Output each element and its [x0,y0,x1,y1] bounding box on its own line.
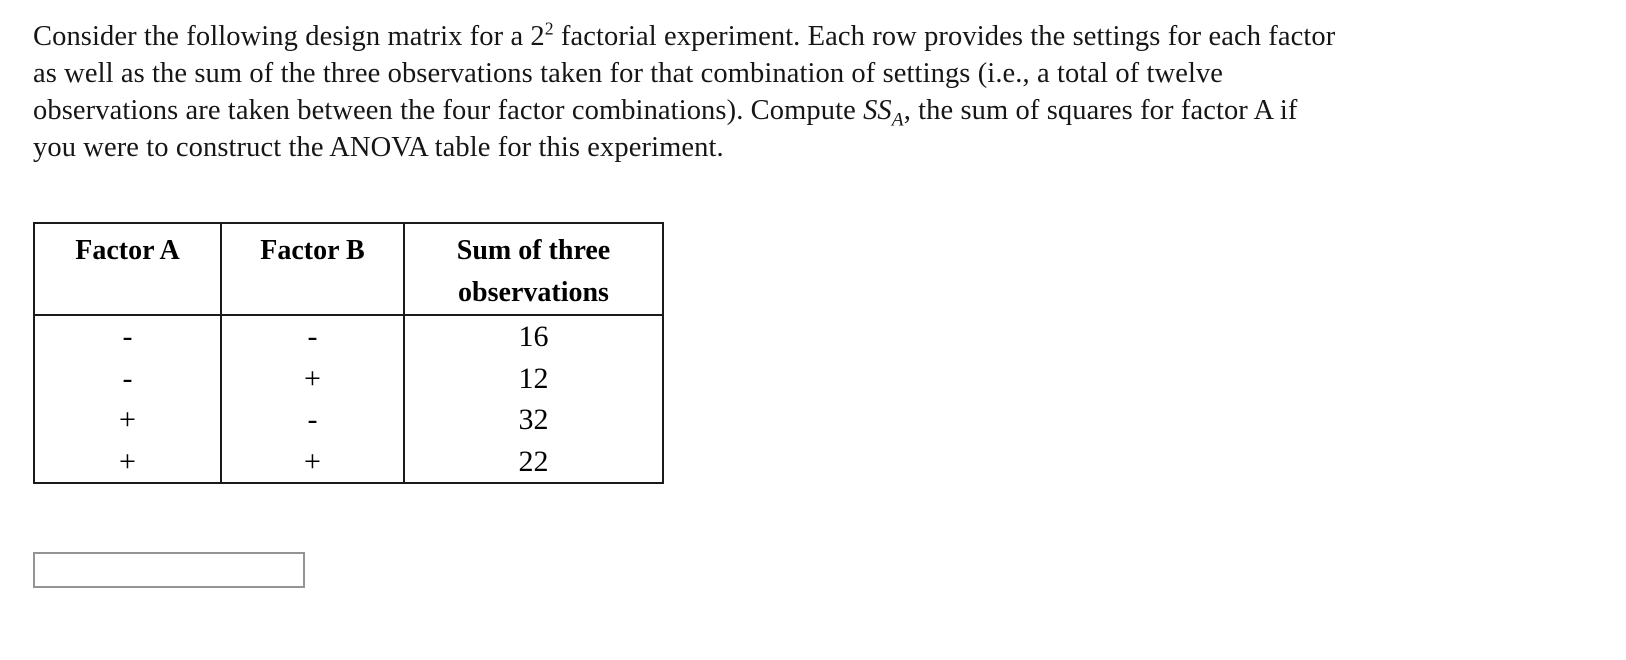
problem-statement: Consider the following design matrix for… [33,18,1453,166]
design-matrix-container: Factor A Factor B Sum of three observati… [33,222,664,484]
problem-page: Consider the following design matrix for… [0,0,1626,660]
column-header-factor-b: Factor B [220,222,405,316]
ss-symbol: SS [863,95,892,126]
column-header-sum-line-1: Sum of three [456,235,611,266]
problem-statement-line-3-part-b: , the sum of squares for factor A if [903,95,1298,126]
problem-statement-line-3: observations are taken between the four … [33,92,1453,131]
problem-statement-line-1-part-a: Consider the following design matrix for… [33,21,545,52]
cell-factor-a: - [33,357,222,399]
cell-sum: 12 [403,357,664,399]
column-header-sum-line-2: observations [458,277,609,308]
design-matrix-head: Factor A Factor B Sum of three observati… [33,222,664,316]
table-header-row: Factor A Factor B Sum of three observati… [33,222,664,316]
superscript-two: 2 [544,18,554,39]
cell-factor-a: + [33,399,222,441]
ss-subscript-a: A [891,109,904,131]
problem-statement-line-1-part-b: factorial experiment. Each row provides … [553,21,1336,52]
table-row: + - 32 [33,399,664,441]
cell-sum: 32 [403,399,664,441]
column-header-sum-of-three-observations: Sum of three observations [403,222,664,316]
answer-input[interactable] [33,552,305,588]
cell-factor-b: - [220,399,405,441]
cell-factor-a: + [33,440,222,484]
design-matrix-table: Factor A Factor B Sum of three observati… [33,222,664,484]
table-row: - + 12 [33,357,664,399]
problem-statement-line-3-part-a: observations are taken between the four … [33,95,864,126]
table-row: - - 16 [33,315,664,358]
cell-factor-a: - [33,315,222,358]
column-header-factor-a: Factor A [33,222,222,316]
cell-factor-b: + [220,357,405,399]
table-row: + + 22 [33,440,664,484]
cell-sum: 22 [403,440,664,484]
cell-factor-b: - [220,315,405,358]
problem-statement-line-4: you were to construct the ANOVA table fo… [33,132,724,163]
cell-factor-b: + [220,440,405,484]
problem-statement-line-2: as well as the sum of the three observat… [33,58,1224,89]
design-matrix-body: - - 16 - + 12 + - 32 + + 22 [33,315,664,484]
problem-statement-line-1: Consider the following design matrix for… [33,18,1453,55]
cell-sum: 16 [403,315,664,358]
